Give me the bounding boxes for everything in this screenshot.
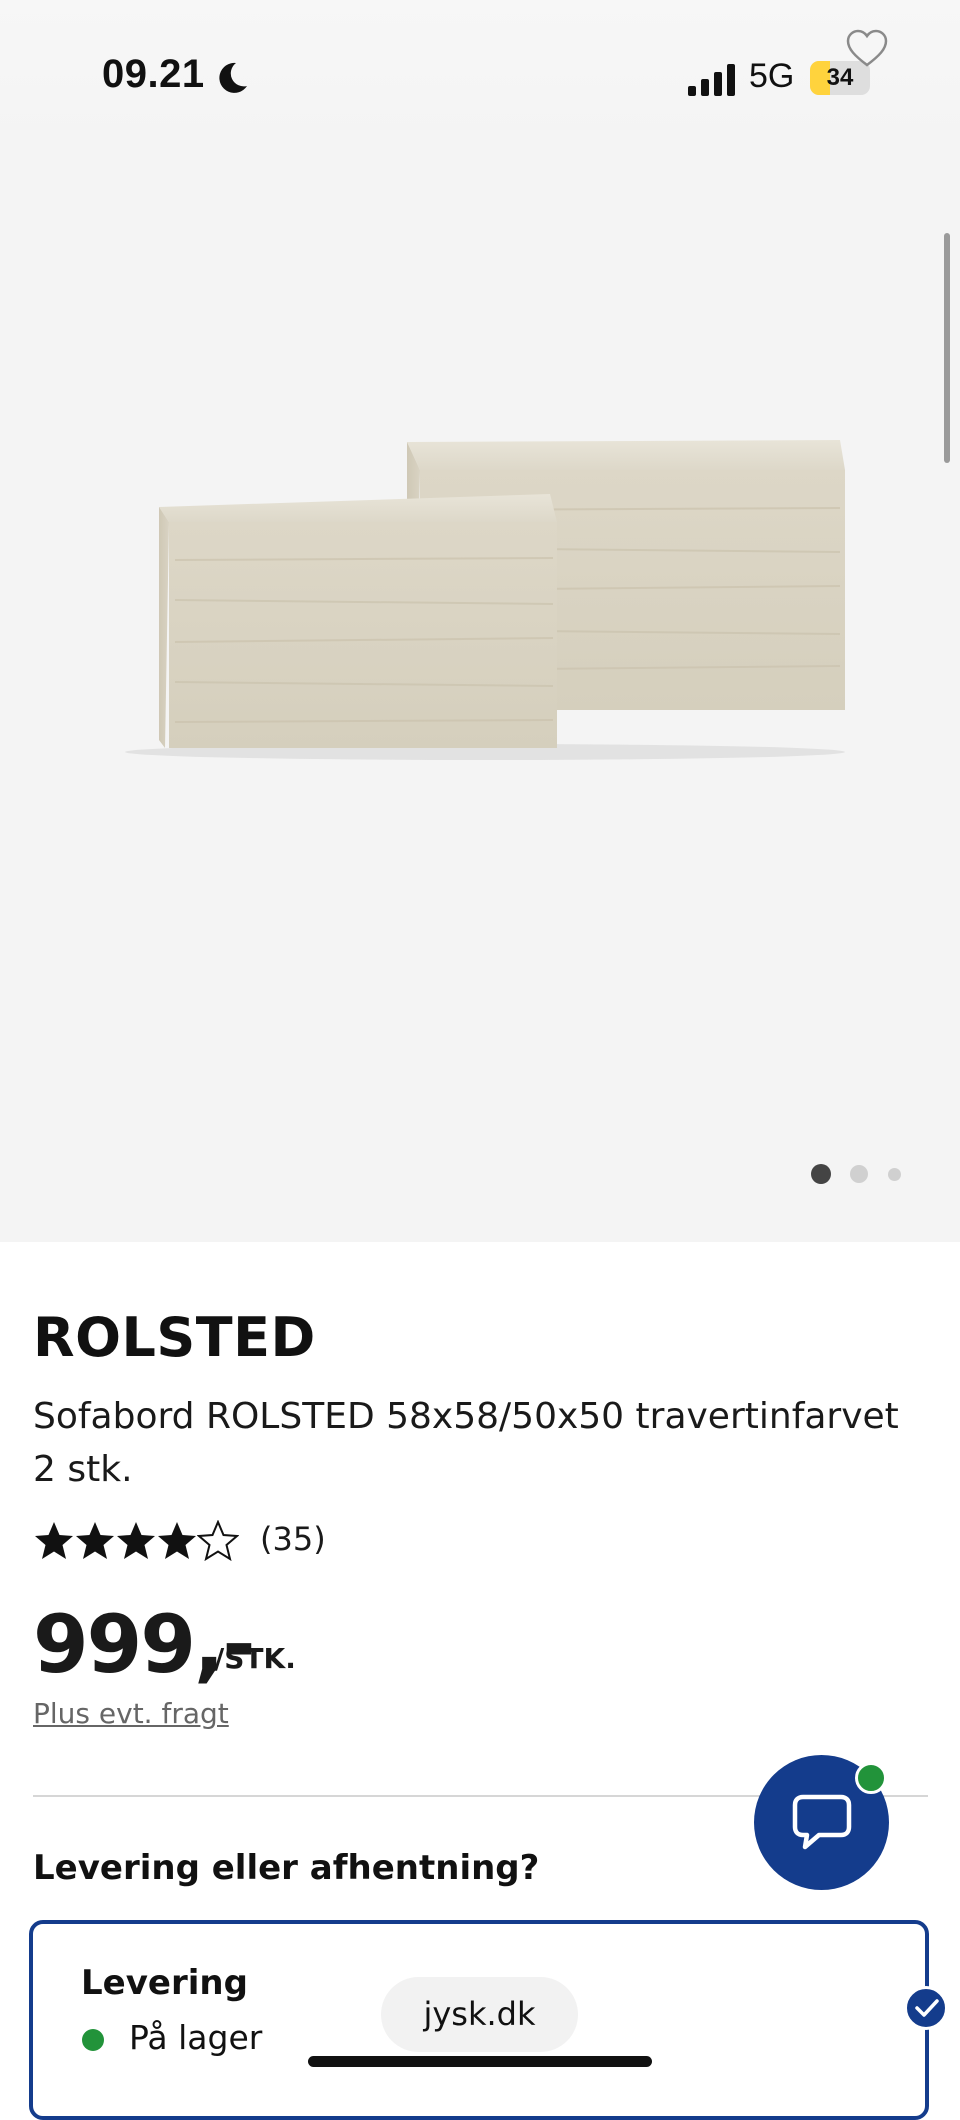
freight-link[interactable]: Plus evt. fragt bbox=[33, 1697, 229, 1730]
home-indicator[interactable] bbox=[308, 2056, 652, 2067]
star-filled-icon bbox=[158, 1522, 196, 1559]
product-image-gallery[interactable]: 09.21 5G 34 bbox=[0, 0, 960, 1242]
chat-bubble-icon bbox=[792, 1794, 852, 1850]
stock-status-dot bbox=[82, 2029, 104, 2051]
review-count[interactable]: (35) bbox=[260, 1520, 326, 1558]
status-time: 09.21 bbox=[102, 52, 205, 96]
stock-status: På lager bbox=[129, 2018, 263, 2057]
signal-icon bbox=[688, 64, 735, 96]
delivery-option-title: Levering bbox=[81, 1963, 248, 2003]
star-filled-icon bbox=[117, 1522, 155, 1559]
star-filled-icon bbox=[35, 1522, 73, 1559]
moon-icon bbox=[219, 62, 247, 93]
star-empty-icon bbox=[197, 1520, 239, 1562]
product-description: Sofabord ROLSTED 58x58/50x50 travertinfa… bbox=[33, 1396, 899, 1490]
scrollbar[interactable] bbox=[944, 233, 950, 463]
heart-icon[interactable] bbox=[845, 28, 889, 68]
price-unit: /STK. bbox=[214, 1642, 296, 1675]
delivery-question: Levering eller afhentning? bbox=[33, 1848, 540, 1888]
network-type: 5G bbox=[749, 57, 795, 95]
pagination-dot[interactable] bbox=[850, 1165, 868, 1183]
browser-url-bar[interactable]: jysk.dk bbox=[381, 1977, 578, 2052]
pagination-dot[interactable] bbox=[888, 1168, 901, 1181]
star-filled-icon bbox=[76, 1522, 114, 1559]
product-brand: ROLSTED bbox=[33, 1306, 316, 1369]
selected-check-icon bbox=[904, 1986, 948, 2030]
online-indicator bbox=[855, 1762, 887, 1794]
status-bar: 09.21 5G 34 bbox=[0, 0, 960, 150]
pagination-dot-active[interactable] bbox=[811, 1164, 831, 1184]
product-image bbox=[125, 440, 845, 760]
